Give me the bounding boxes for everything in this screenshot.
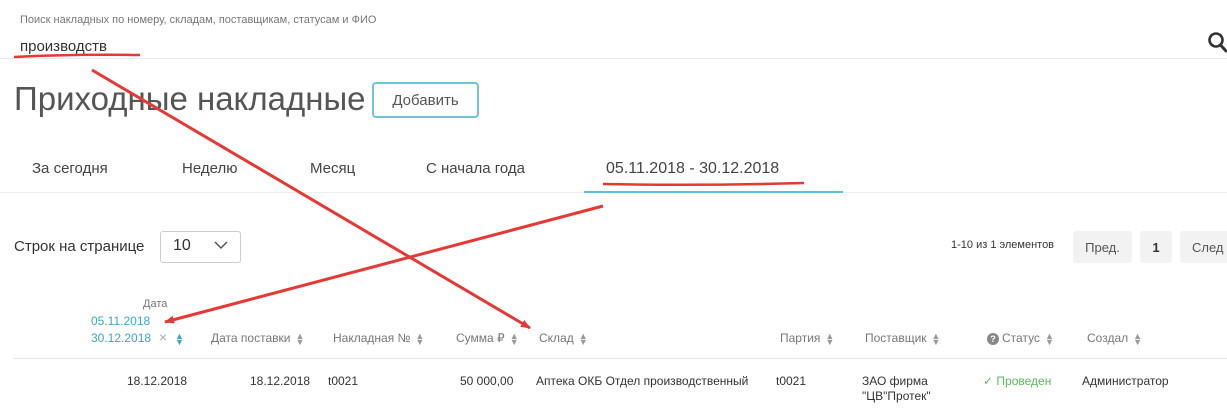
cell-status: ✓ Проведен bbox=[983, 374, 1052, 388]
cell-date: 18.12.2018 bbox=[127, 374, 188, 388]
cell-created-by: Администратор bbox=[1082, 374, 1169, 388]
tab-today[interactable]: За сегодня bbox=[32, 160, 108, 177]
search-underline bbox=[0, 58, 1227, 59]
date-filter-to[interactable]: 30.12.2018 bbox=[91, 331, 151, 345]
tab-active-indicator bbox=[584, 191, 843, 193]
date-column-header[interactable]: Дата bbox=[143, 298, 167, 310]
clear-date-filter-icon[interactable]: × bbox=[159, 329, 167, 345]
cell-invoice-no[interactable]: t0021 bbox=[328, 374, 358, 388]
rows-per-page-label: Строк на странице bbox=[14, 238, 145, 255]
column-header-created-by[interactable]: Создал ▲ ▼ bbox=[1087, 330, 1143, 347]
search-hint: Поиск накладных по номеру, складам, пост… bbox=[20, 14, 377, 26]
chevron-down-icon bbox=[214, 241, 228, 250]
cell-delivery-date: 18.12.2018 bbox=[250, 374, 311, 388]
tab-month[interactable]: Месяц bbox=[310, 160, 355, 177]
sort-icon: ▲ ▼ bbox=[1133, 330, 1143, 347]
add-button[interactable]: Добавить bbox=[372, 82, 479, 118]
column-header-supplier[interactable]: Поставщик ▲ ▼ bbox=[865, 330, 941, 347]
page-title: Приходные накладные bbox=[14, 80, 366, 117]
annotation-overlay bbox=[13, 53, 805, 330]
column-header-batch[interactable]: Партия ▲ ▼ bbox=[780, 330, 835, 347]
cell-supplier: ЗАО фирма "ЦВ"Протек" bbox=[862, 374, 931, 403]
pagination-info: 1-10 из 1 элементов bbox=[951, 239, 1055, 251]
sort-icon: ▲ ▼ bbox=[295, 330, 305, 347]
sort-icon[interactable]: ▲ ▼ bbox=[175, 332, 184, 347]
tab-year-to-date[interactable]: С начала года bbox=[426, 160, 525, 177]
sort-icon: ▲ ▼ bbox=[1044, 330, 1054, 347]
annotation-arrow-date-filter bbox=[164, 204, 604, 324]
column-header-warehouse[interactable]: Склад ▲ ▼ bbox=[539, 330, 588, 347]
annotation-underline-date-range bbox=[602, 181, 805, 187]
sort-icon: ▲ ▼ bbox=[578, 330, 588, 347]
check-icon: ✓ bbox=[983, 374, 997, 388]
table-header-divider bbox=[14, 358, 1227, 359]
column-header-sum[interactable]: Сумма ₽ ▲ ▼ bbox=[456, 330, 519, 347]
tab-week[interactable]: Неделю bbox=[182, 160, 237, 177]
sort-icon: ▲ ▼ bbox=[931, 330, 941, 347]
sort-icon: ▲ ▼ bbox=[415, 330, 425, 347]
help-icon[interactable]: ? bbox=[987, 333, 999, 345]
search-input[interactable] bbox=[20, 36, 1200, 56]
column-header-invoice-no[interactable]: Накладная № ▲ ▼ bbox=[333, 330, 425, 347]
rows-per-page-value: 10 bbox=[173, 237, 191, 254]
column-header-status[interactable]: ? Статус ▲ ▼ bbox=[987, 330, 1054, 347]
prev-page-button[interactable]: Пред. bbox=[1073, 231, 1132, 263]
cell-batch: t0021 bbox=[776, 374, 807, 388]
date-filter-from[interactable]: 05.11.2018 bbox=[91, 314, 150, 328]
page-1-button[interactable]: 1 bbox=[1140, 231, 1172, 263]
sort-icon: ▲ ▼ bbox=[509, 330, 519, 347]
cell-sum: 50 000,00 bbox=[460, 374, 514, 388]
next-page-button[interactable]: След bbox=[1180, 231, 1227, 263]
tab-date-range[interactable]: 05.11.2018 - 30.12.2018 bbox=[606, 160, 779, 178]
cell-warehouse: Аптека ОКБ Отдел производственный bbox=[536, 374, 749, 388]
search-icon[interactable] bbox=[1207, 31, 1227, 53]
sort-icon: ▲ ▼ bbox=[825, 330, 835, 347]
column-header-delivery-date[interactable]: Дата поставки ▲ ▼ bbox=[211, 330, 305, 347]
